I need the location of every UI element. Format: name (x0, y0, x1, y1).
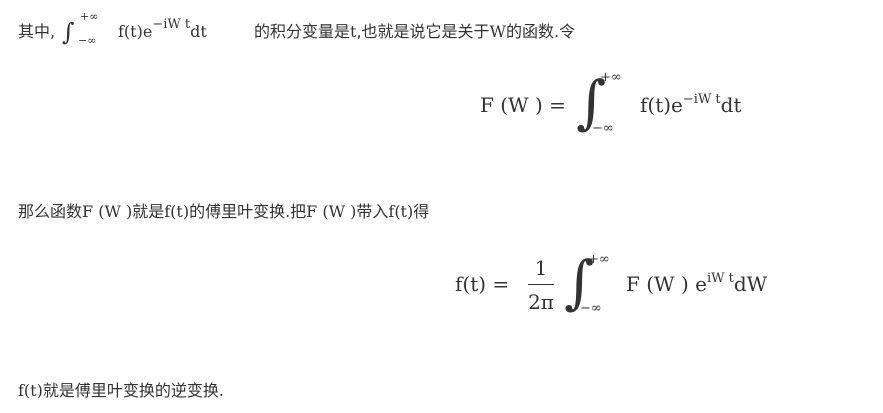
eq2-lhs: f(t) = (455, 272, 510, 296)
p1-dt: dt (190, 22, 207, 41)
p3-b: 就是傅里叶变换的逆变换. (42, 381, 224, 400)
p2-e: 的傅里叶变换.把 (189, 202, 307, 221)
p1-prefix: 其中, (18, 22, 56, 41)
p1-integrand: f(t)e (118, 22, 153, 41)
p2-i: 得 (413, 202, 430, 221)
inline-int-upper: +∞ (80, 10, 99, 23)
p2-c: 就是 (132, 202, 165, 221)
p2-g: 带入 (356, 202, 389, 221)
p1-suffix-d: W (489, 22, 506, 41)
p1-suffix: 的积分变量是t,也就是说它是关于W的函数.令 (254, 22, 575, 42)
p2-d: f(t) (164, 202, 190, 221)
eq1-exponent: −iW t (682, 92, 721, 107)
eq2-lower: −∞ (580, 301, 602, 316)
eq2-numerator: 1 (534, 256, 548, 280)
p1-formula: f(t)e−iW tdt (118, 17, 207, 44)
eq2-exponent: iW t (706, 271, 734, 286)
eq2-body: F (W ) eiW tdW (626, 271, 768, 298)
eq2-dw: dW (733, 272, 768, 296)
eq1-integrand: f(t)e (640, 93, 683, 117)
eq2-denominator: 2π (528, 290, 554, 314)
eq1-dt: dt (720, 93, 742, 117)
p1-suffix-a: 的积分变量是 (254, 22, 351, 41)
p1-exponent: −iW t (152, 17, 191, 32)
paragraph-2: 那么函数F (W )就是f(t)的傅里叶变换.把F (W )带入f(t)得 (18, 202, 429, 222)
paragraph-1: 其中, (18, 22, 55, 42)
p2-b: F (W ) (82, 202, 133, 221)
eq1-body: f(t)e−iW tdt (640, 92, 742, 119)
eq2-integrand: F (W ) e (626, 272, 707, 296)
p1-suffix-c: ,也就是说它是关于 (356, 22, 490, 41)
p2-a: 那么函数 (18, 202, 83, 221)
eq2-fraction-bar (528, 284, 554, 285)
p2-h: f(t) (388, 202, 414, 221)
p3-a: f(t) (18, 381, 43, 400)
p1-suffix-e: 的函数.令 (506, 22, 576, 41)
p2-f: F (W ) (306, 202, 357, 221)
inline-integral-sign: ∫ (62, 18, 75, 46)
eq2-upper: +∞ (588, 252, 610, 267)
eq1-lhs: F (W ) = (480, 93, 566, 117)
inline-int-lower: −∞ (78, 34, 97, 47)
eq1-lower: −∞ (592, 121, 614, 136)
paragraph-3: f(t)就是傅里叶变换的逆变换. (18, 381, 224, 401)
eq1-upper: +∞ (600, 70, 622, 85)
